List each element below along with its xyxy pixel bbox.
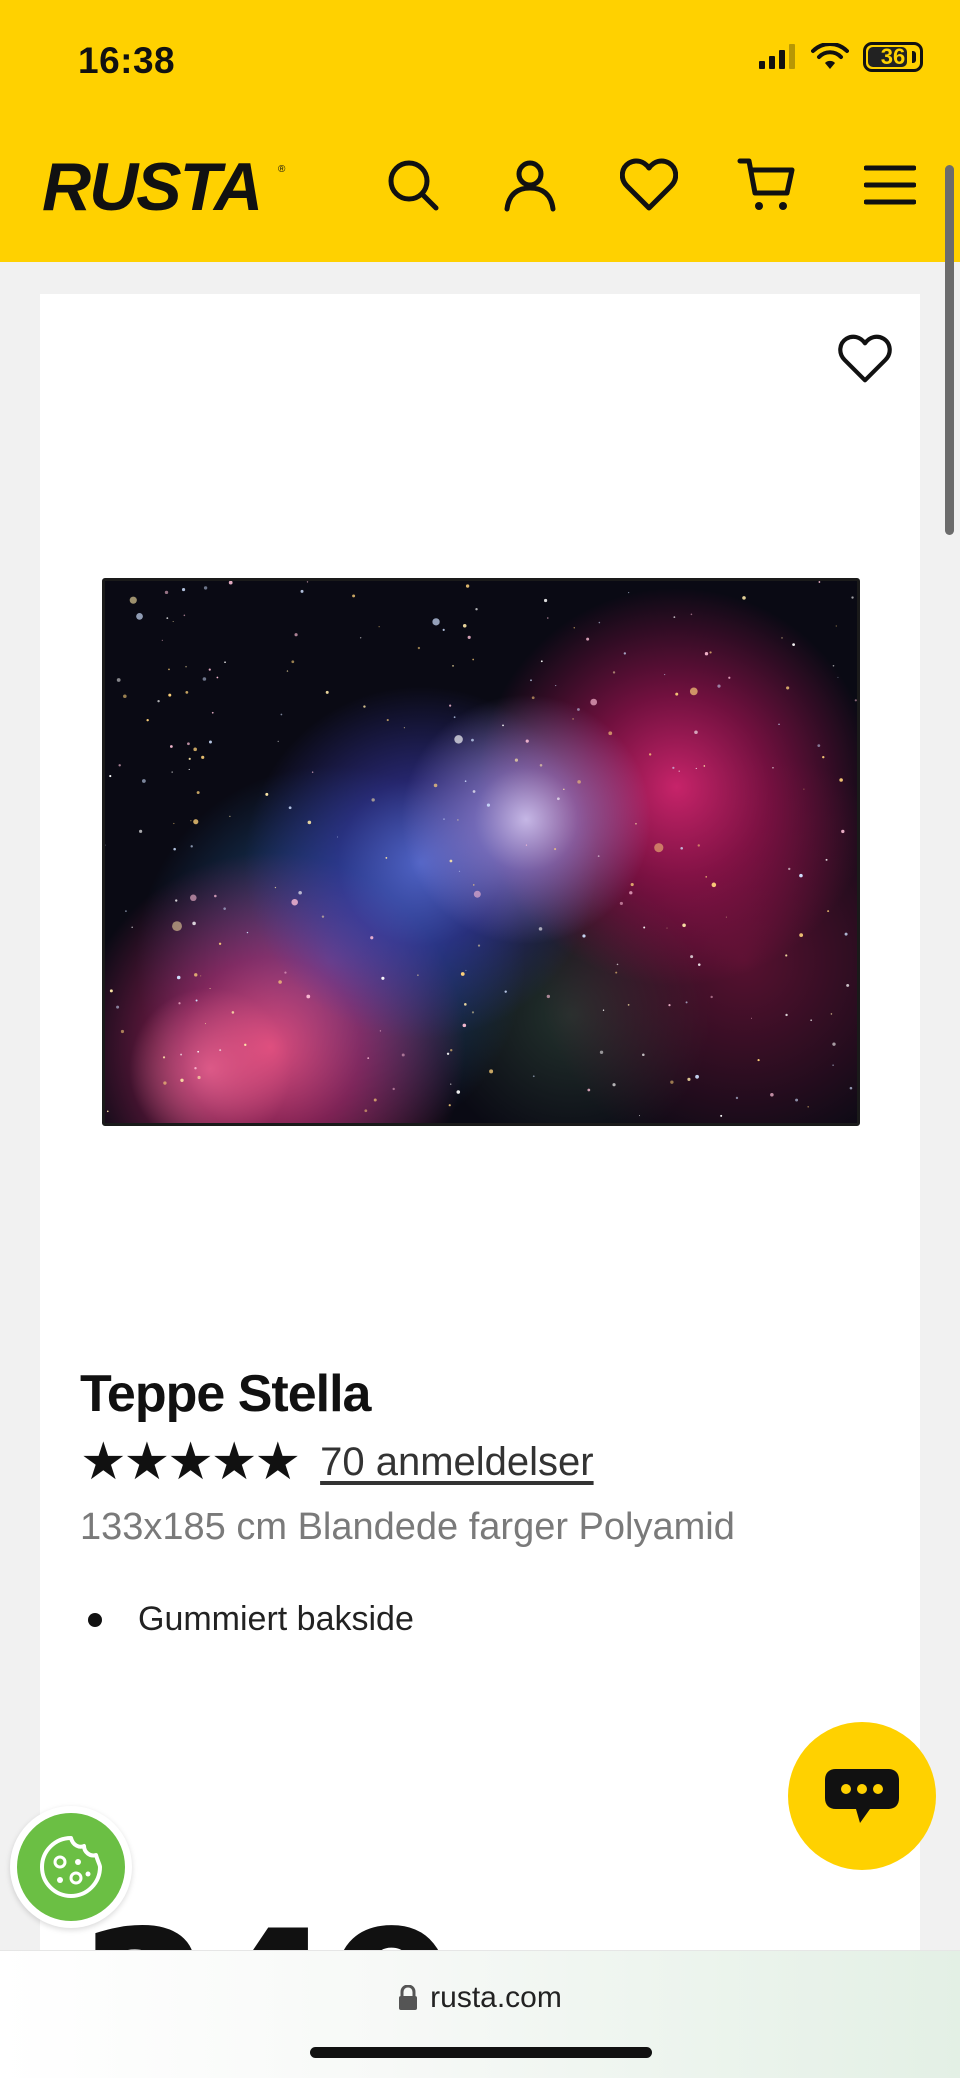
status-icons: 36 — [757, 42, 923, 72]
account-icon — [504, 160, 556, 212]
url-field[interactable]: rusta.com — [0, 1981, 960, 2015]
menu-button[interactable] — [857, 152, 923, 218]
cart-icon — [737, 158, 795, 210]
product-image[interactable] — [102, 578, 860, 1126]
search-button[interactable] — [380, 152, 446, 218]
cookie-settings-button[interactable] — [10, 1806, 132, 1928]
search-icon — [388, 160, 439, 211]
site-header: 16:38 36 RUSTA ® — [0, 0, 960, 262]
account-button[interactable] — [497, 152, 563, 218]
add-to-wishlist-button[interactable] — [820, 314, 910, 404]
lock-icon — [399, 1985, 418, 2010]
header-nav — [380, 152, 925, 218]
url-text: rusta.com — [430, 1981, 562, 2014]
product-rating: ★★★★★ 70 anmeldelser — [80, 1436, 594, 1488]
page-scrollbar[interactable] — [945, 165, 954, 535]
battery-icon: 36 — [863, 42, 923, 72]
rusta-logo[interactable]: RUSTA ® — [38, 150, 288, 220]
heart-icon — [620, 158, 678, 211]
battery-level: 36 — [880, 44, 906, 69]
chat-button[interactable] — [788, 1722, 936, 1870]
cart-button[interactable] — [734, 152, 800, 218]
product-title: Teppe Stella — [80, 1365, 371, 1423]
chat-bubble-icon — [825, 1769, 899, 1823]
feature-list-item: Gummiert bakside — [80, 1600, 414, 1639]
cookie-icon — [40, 1836, 102, 1898]
product-card: Teppe Stella ★★★★★ 70 anmeldelser 133x18… — [40, 294, 920, 2078]
wifi-icon — [811, 43, 849, 69]
hamburger-menu-icon — [864, 165, 916, 205]
product-subtitle: 133x185 cm Blandede farger Polyamid — [80, 1506, 735, 1548]
browser-address-bar: rusta.com — [0, 1950, 960, 2078]
svg-text:®: ® — [278, 164, 286, 175]
signal-icon — [759, 44, 795, 69]
galaxy-rug-image — [105, 581, 857, 1117]
svg-text:RUSTA: RUSTA — [42, 150, 261, 220]
home-indicator[interactable] — [310, 2047, 652, 2058]
heart-icon — [838, 334, 892, 383]
status-time: 16:38 — [78, 40, 176, 81]
rating-stars-icon: ★★★★★ — [80, 1433, 301, 1491]
wishlist-button[interactable] — [616, 152, 682, 218]
bullet-icon — [88, 1612, 102, 1627]
feature-text: Gummiert bakside — [138, 1600, 414, 1638]
reviews-link[interactable]: 70 anmeldelser — [320, 1440, 594, 1485]
